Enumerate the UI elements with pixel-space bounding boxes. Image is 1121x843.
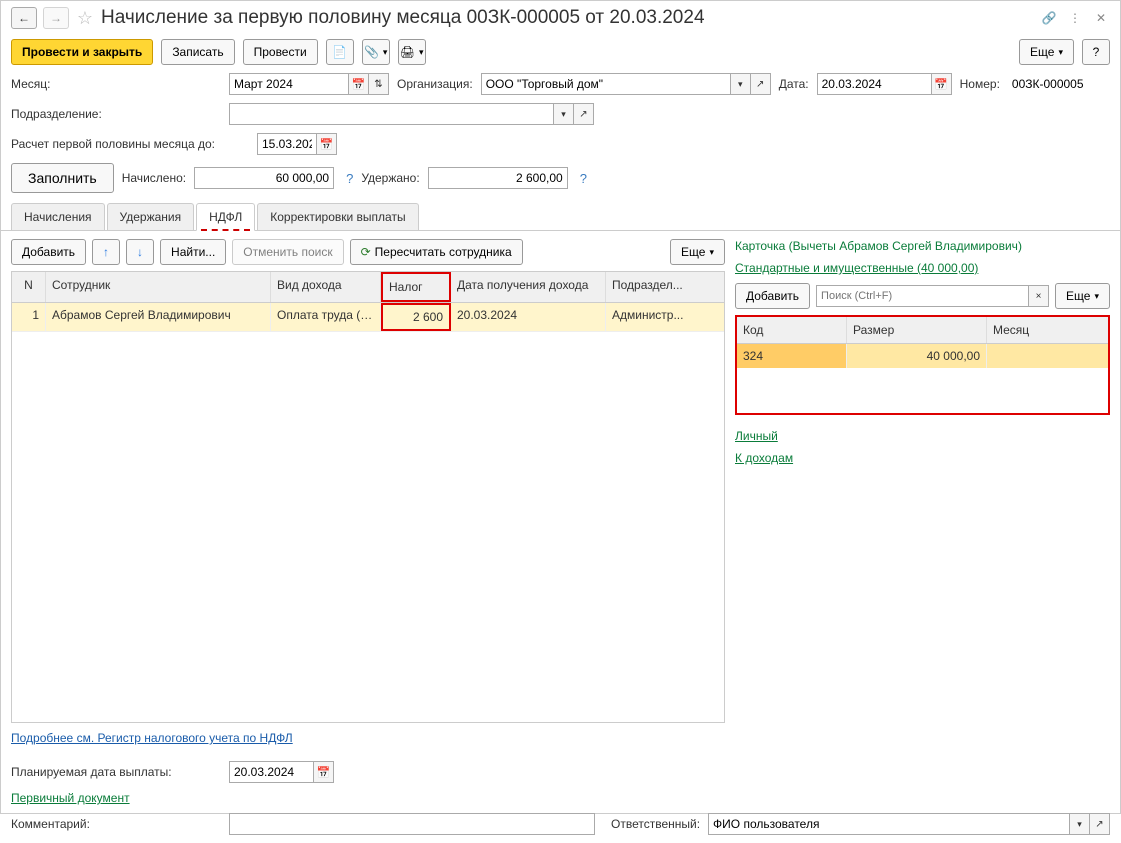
- subdivision-input[interactable]: [229, 103, 554, 125]
- calc-until-input[interactable]: [257, 133, 317, 155]
- tab-withholdings[interactable]: Удержания: [107, 203, 195, 230]
- responsible-input[interactable]: [708, 813, 1070, 835]
- org-dropdown-icon[interactable]: [731, 73, 751, 95]
- search-input[interactable]: [816, 285, 1029, 307]
- std-deductions-link[interactable]: Стандартные и имущественные (40 000,00): [735, 261, 1110, 275]
- subdivision-label: Подразделение:: [11, 107, 221, 121]
- month-input[interactable]: [229, 73, 349, 95]
- calc-until-label: Расчет первой половины месяца до:: [11, 137, 249, 151]
- find-button[interactable]: Найти...: [160, 239, 226, 265]
- org-input[interactable]: [481, 73, 731, 95]
- number-label: Номер:: [960, 77, 1000, 91]
- subdivision-dropdown-icon[interactable]: [554, 103, 574, 125]
- attach-icon[interactable]: 📎: [362, 39, 390, 65]
- td-size: 40 000,00: [847, 344, 987, 368]
- updown-icon[interactable]: [369, 73, 389, 95]
- td-month: [987, 344, 1108, 368]
- add-button[interactable]: Добавить: [11, 239, 86, 265]
- calc-calendar-icon[interactable]: [317, 133, 337, 155]
- primary-doc-link[interactable]: Первичный документ: [11, 791, 130, 805]
- td-income-date: 20.03.2024: [451, 303, 606, 331]
- to-income-link[interactable]: К доходам: [735, 451, 1110, 465]
- planned-date-input[interactable]: [229, 761, 314, 783]
- back-button[interactable]: ←: [11, 7, 37, 29]
- forward-button[interactable]: →: [43, 7, 69, 29]
- responsible-open-icon[interactable]: [1090, 813, 1110, 835]
- date-input[interactable]: [817, 73, 932, 95]
- close-icon[interactable]: ✕: [1092, 9, 1110, 27]
- td-income-type: Оплата труда (о...: [271, 303, 381, 331]
- th-tax: Налог: [381, 272, 451, 302]
- planned-date-label: Планируемая дата выплаты:: [11, 765, 221, 779]
- comment-label: Комментарий:: [11, 817, 221, 831]
- th-n: N: [12, 272, 46, 302]
- table-row[interactable]: 1 Абрамов Сергей Владимирович Оплата тру…: [12, 303, 724, 332]
- month-label: Месяц:: [11, 77, 221, 91]
- right-add-button[interactable]: Добавить: [735, 283, 810, 309]
- more-button[interactable]: Еще: [1019, 39, 1074, 65]
- register-link[interactable]: Подробнее см. Регистр налогового учета п…: [11, 731, 293, 745]
- personal-link[interactable]: Личный: [735, 429, 1110, 443]
- withheld-help-icon[interactable]: ?: [580, 171, 587, 186]
- fill-button[interactable]: Заполнить: [11, 163, 114, 193]
- date-label: Дата:: [779, 77, 809, 91]
- th-employee: Сотрудник: [46, 272, 271, 302]
- td-subdivision: Администр...: [606, 303, 724, 331]
- clear-search-icon[interactable]: ×: [1029, 285, 1049, 307]
- calendar-icon[interactable]: [349, 73, 369, 95]
- accrued-label: Начислено:: [122, 171, 186, 185]
- th-code: Код: [737, 317, 847, 343]
- responsible-dropdown-icon[interactable]: [1070, 813, 1090, 835]
- card-title[interactable]: Карточка (Вычеты Абрамов Сергей Владимир…: [735, 239, 1110, 253]
- move-up-button[interactable]: ↑: [92, 239, 120, 265]
- tab-accruals[interactable]: Начисления: [11, 203, 105, 230]
- favorite-icon[interactable]: ☆: [75, 8, 95, 28]
- post-and-close-button[interactable]: Провести и закрыть: [11, 39, 153, 65]
- td-n: 1: [12, 303, 46, 331]
- comment-input[interactable]: [229, 813, 595, 835]
- tab-ndfl[interactable]: НДФЛ: [196, 203, 255, 231]
- number-input[interactable]: [1008, 73, 1108, 95]
- table-row[interactable]: 324 40 000,00: [737, 344, 1108, 368]
- recalc-button[interactable]: ⟳Пересчитать сотрудника: [350, 239, 523, 265]
- tab-corrections[interactable]: Корректировки выплаты: [257, 203, 418, 230]
- org-label: Организация:: [397, 77, 473, 91]
- responsible-label: Ответственный:: [611, 817, 700, 831]
- date-calendar-icon[interactable]: [932, 73, 952, 95]
- page-title: Начисление за первую половину месяца 00З…: [101, 7, 1034, 29]
- subdivision-open-icon[interactable]: [574, 103, 594, 125]
- td-code: 324: [737, 344, 847, 368]
- menu-icon[interactable]: ⋮: [1066, 9, 1084, 27]
- th-month: Месяц: [987, 317, 1108, 343]
- cancel-search-button[interactable]: Отменить поиск: [232, 239, 343, 265]
- link-icon[interactable]: 🔗: [1040, 9, 1058, 27]
- accrued-help-icon[interactable]: ?: [346, 171, 353, 186]
- td-employee: Абрамов Сергей Владимирович: [46, 303, 271, 331]
- move-down-button[interactable]: ↓: [126, 239, 154, 265]
- ndfl-table: N Сотрудник Вид дохода Налог Дата получе…: [11, 271, 725, 723]
- withheld-label: Удержано:: [361, 171, 419, 185]
- th-subdivision: Подраздел...: [606, 272, 724, 302]
- sub-more-button[interactable]: Еще: [670, 239, 725, 265]
- accrued-input[interactable]: [194, 167, 334, 189]
- withheld-input[interactable]: [428, 167, 568, 189]
- th-income-date: Дата получения дохода: [451, 272, 606, 302]
- right-more-button[interactable]: Еще: [1055, 283, 1110, 309]
- org-open-icon[interactable]: [751, 73, 771, 95]
- report-icon[interactable]: 📄: [326, 39, 354, 65]
- planned-calendar-icon[interactable]: [314, 761, 334, 783]
- save-button[interactable]: Записать: [161, 39, 234, 65]
- deductions-table: Код Размер Месяц 324 40 000,00: [735, 315, 1110, 415]
- post-button[interactable]: Провести: [243, 39, 318, 65]
- help-button[interactable]: ?: [1082, 39, 1110, 65]
- print-icon[interactable]: 🖨: [398, 39, 426, 65]
- td-tax: 2 600: [381, 303, 451, 331]
- th-size: Размер: [847, 317, 987, 343]
- th-income-type: Вид дохода: [271, 272, 381, 302]
